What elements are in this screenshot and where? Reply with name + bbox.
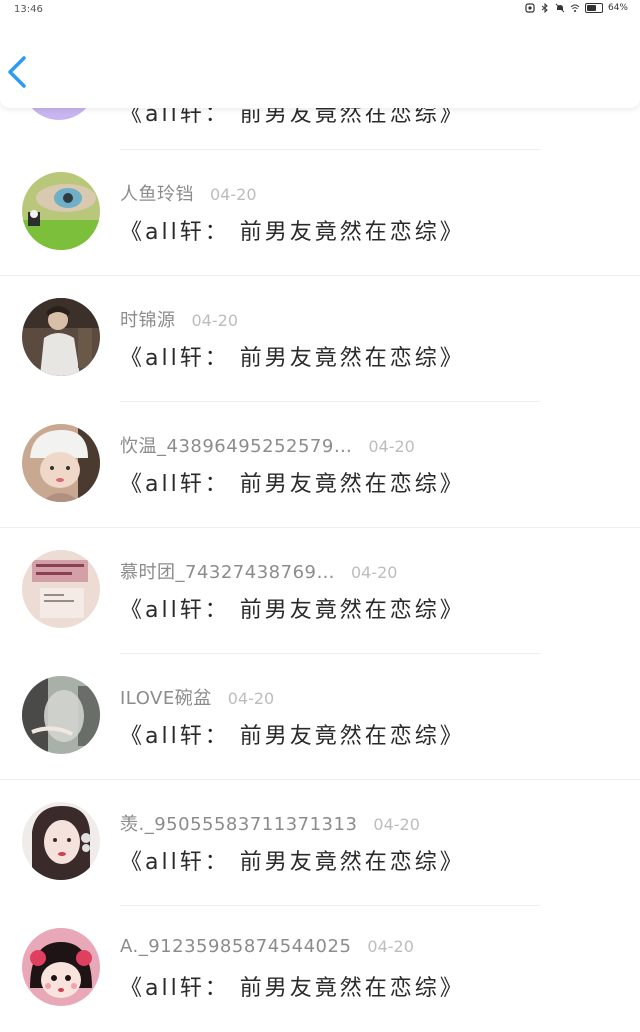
avatar[interactable] — [22, 928, 100, 1006]
list-item[interactable]: 慕时团_74327438769… 04-20 《all轩： 前男友竟然在恋综》 — [0, 528, 640, 654]
avatar-girl-hat-image — [22, 424, 100, 502]
comment-text: 《all轩： 前男友竟然在恋综》 — [120, 598, 465, 623]
avatar[interactable] — [22, 424, 100, 502]
comment-text: 《all轩： 前男友竟然在恋综》 — [120, 976, 465, 1001]
battery-percent: 64% — [607, 3, 628, 13]
avatar[interactable] — [22, 550, 100, 628]
name-line: 羡._95055583711371313 04-20 — [120, 810, 420, 836]
status-icons: 64% — [525, 3, 628, 13]
comment-list: 《all轩： 前男友竟然在恋综》 人鱼玲铛 04-20 《all轩： 前男友竟然… — [0, 0, 640, 1024]
username[interactable]: 羡._95055583711371313 — [120, 810, 357, 836]
username[interactable]: 时锦源 — [120, 306, 176, 332]
avatar-cartoon-image — [22, 928, 100, 1006]
list-item[interactable]: 忺温_43896495252579… 04-20 《all轩： 前男友竟然在恋综… — [0, 402, 640, 528]
avatar[interactable] — [22, 172, 100, 250]
avatar-illustrated-girl-image — [22, 802, 100, 880]
list-item[interactable]: ILOVE碗盆 04-20 《all轩： 前男友竟然在恋综》 — [0, 654, 640, 780]
timestamp: 04-20 — [367, 937, 414, 956]
username[interactable]: 慕时团_74327438769… — [120, 558, 335, 584]
status-time: 13:46 — [14, 4, 43, 15]
name-line: ILOVE碗盆 04-20 — [120, 684, 274, 710]
comment-text: 《all轩： 前男友竟然在恋综》 — [120, 724, 465, 749]
avatar[interactable] — [22, 802, 100, 880]
comment-text: 《all轩： 前男友竟然在恋综》 — [120, 850, 465, 875]
avatar-pink-sign-image — [22, 550, 100, 628]
timestamp: 04-20 — [227, 689, 275, 708]
name-line: A._91235985874544025 04-20 — [120, 936, 414, 957]
name-line: 人鱼玲铛 04-20 — [120, 180, 257, 206]
battery-icon — [584, 3, 603, 13]
list-item[interactable]: 羡._95055583711371313 04-20 《all轩： 前男友竟然在… — [0, 780, 640, 906]
avatar[interactable] — [22, 676, 100, 754]
timestamp: 04-20 — [350, 563, 398, 582]
comment-text: 《all轩： 前男友竟然在恋综》 — [120, 220, 465, 245]
name-line: 忺温_43896495252579… 04-20 — [120, 432, 415, 458]
username[interactable]: 人鱼玲铛 — [120, 180, 194, 206]
list-item[interactable]: 时锦源 04-20 《all轩： 前男友竟然在恋综》 — [0, 276, 640, 402]
username[interactable]: ILOVE碗盆 — [120, 684, 212, 710]
avatar-eye-image — [22, 172, 100, 250]
notification-icon — [525, 3, 535, 13]
avatar[interactable] — [22, 298, 100, 376]
avatar-person-image — [22, 298, 100, 376]
list-item[interactable]: A._91235985874544025 04-20 《all轩： 前男友竟然在… — [0, 906, 640, 1032]
timestamp: 04-20 — [368, 437, 415, 456]
list-item[interactable]: 人鱼玲铛 04-20 《all轩： 前男友竟然在恋综》 — [0, 150, 640, 276]
status-bar: 13:46 64% — [0, 0, 640, 20]
timestamp: 04-20 — [210, 185, 257, 204]
chevron-left-icon — [8, 56, 26, 88]
battery-level — [586, 5, 596, 11]
name-line: 慕时团_74327438769… 04-20 — [120, 558, 397, 584]
avatar-misty-image — [22, 676, 100, 754]
bluetooth-icon — [541, 3, 548, 13]
timestamp: 04-20 — [373, 815, 420, 834]
username[interactable]: 忺温_43896495252579… — [120, 432, 352, 458]
back-button[interactable] — [4, 52, 32, 92]
top-bar — [0, 20, 640, 108]
name-line: 时锦源 04-20 — [120, 306, 238, 332]
comment-text: 《all轩： 前男友竟然在恋综》 — [120, 472, 465, 497]
wifi-icon — [570, 4, 580, 12]
mute-icon — [555, 3, 565, 13]
timestamp: 04-20 — [191, 311, 239, 330]
comment-text: 《all轩： 前男友竟然在恋综》 — [120, 346, 465, 371]
username[interactable]: A._91235985874544025 — [120, 936, 351, 957]
